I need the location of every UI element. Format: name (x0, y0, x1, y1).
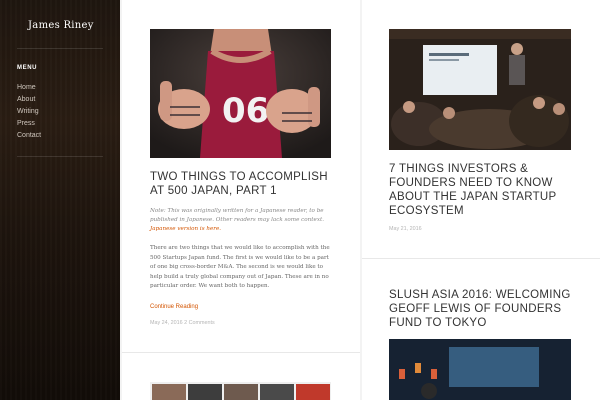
post-date[interactable]: May 24, 2016 (150, 320, 183, 326)
post-divider (122, 352, 360, 353)
post-title[interactable]: Two Things to Accomplish at 500 Japan, P… (150, 170, 340, 198)
post-title[interactable]: 7 Things Investors & Founders Need to Kn… (389, 162, 589, 218)
sidebar-menu: Home About Writing Press Contact (17, 82, 41, 142)
sidebar-divider (17, 48, 103, 49)
post-featured-image[interactable] (389, 29, 571, 150)
post-divider (362, 258, 600, 259)
post-featured-image[interactable] (389, 339, 571, 400)
post-title[interactable]: Slush Asia 2016: Welcoming Geoff Lewis o… (389, 288, 589, 330)
jersey-number: 06 (222, 91, 269, 131)
post-comments[interactable]: 2 Comments (184, 320, 215, 326)
post-date[interactable]: May 21, 2016 (389, 226, 422, 232)
post-meta: May 24, 2016 2 Comments (150, 320, 215, 326)
menu-item-press[interactable]: Press (17, 118, 41, 130)
sidebar-divider (17, 156, 103, 157)
japanese-version-link[interactable]: Japanese version is here. (150, 226, 221, 232)
post-excerpt: There are two things that we would like … (150, 245, 330, 289)
continue-reading-link[interactable]: Continue Reading (150, 304, 198, 310)
site-logo[interactable]: James Riney (28, 20, 94, 31)
menu-heading: MENU (17, 65, 38, 71)
menu-item-writing[interactable]: Writing (17, 106, 41, 118)
menu-item-contact[interactable]: Contact (17, 130, 41, 142)
menu-item-about[interactable]: About (17, 94, 41, 106)
post-featured-image[interactable]: 06 (150, 29, 331, 158)
post-featured-image[interactable] (150, 382, 331, 400)
post-note: Note: This was originally written for a … (150, 207, 332, 234)
sidebar (0, 0, 120, 400)
menu-item-home[interactable]: Home (17, 82, 41, 94)
post-note-text: Note: This was originally written for a … (150, 208, 325, 223)
